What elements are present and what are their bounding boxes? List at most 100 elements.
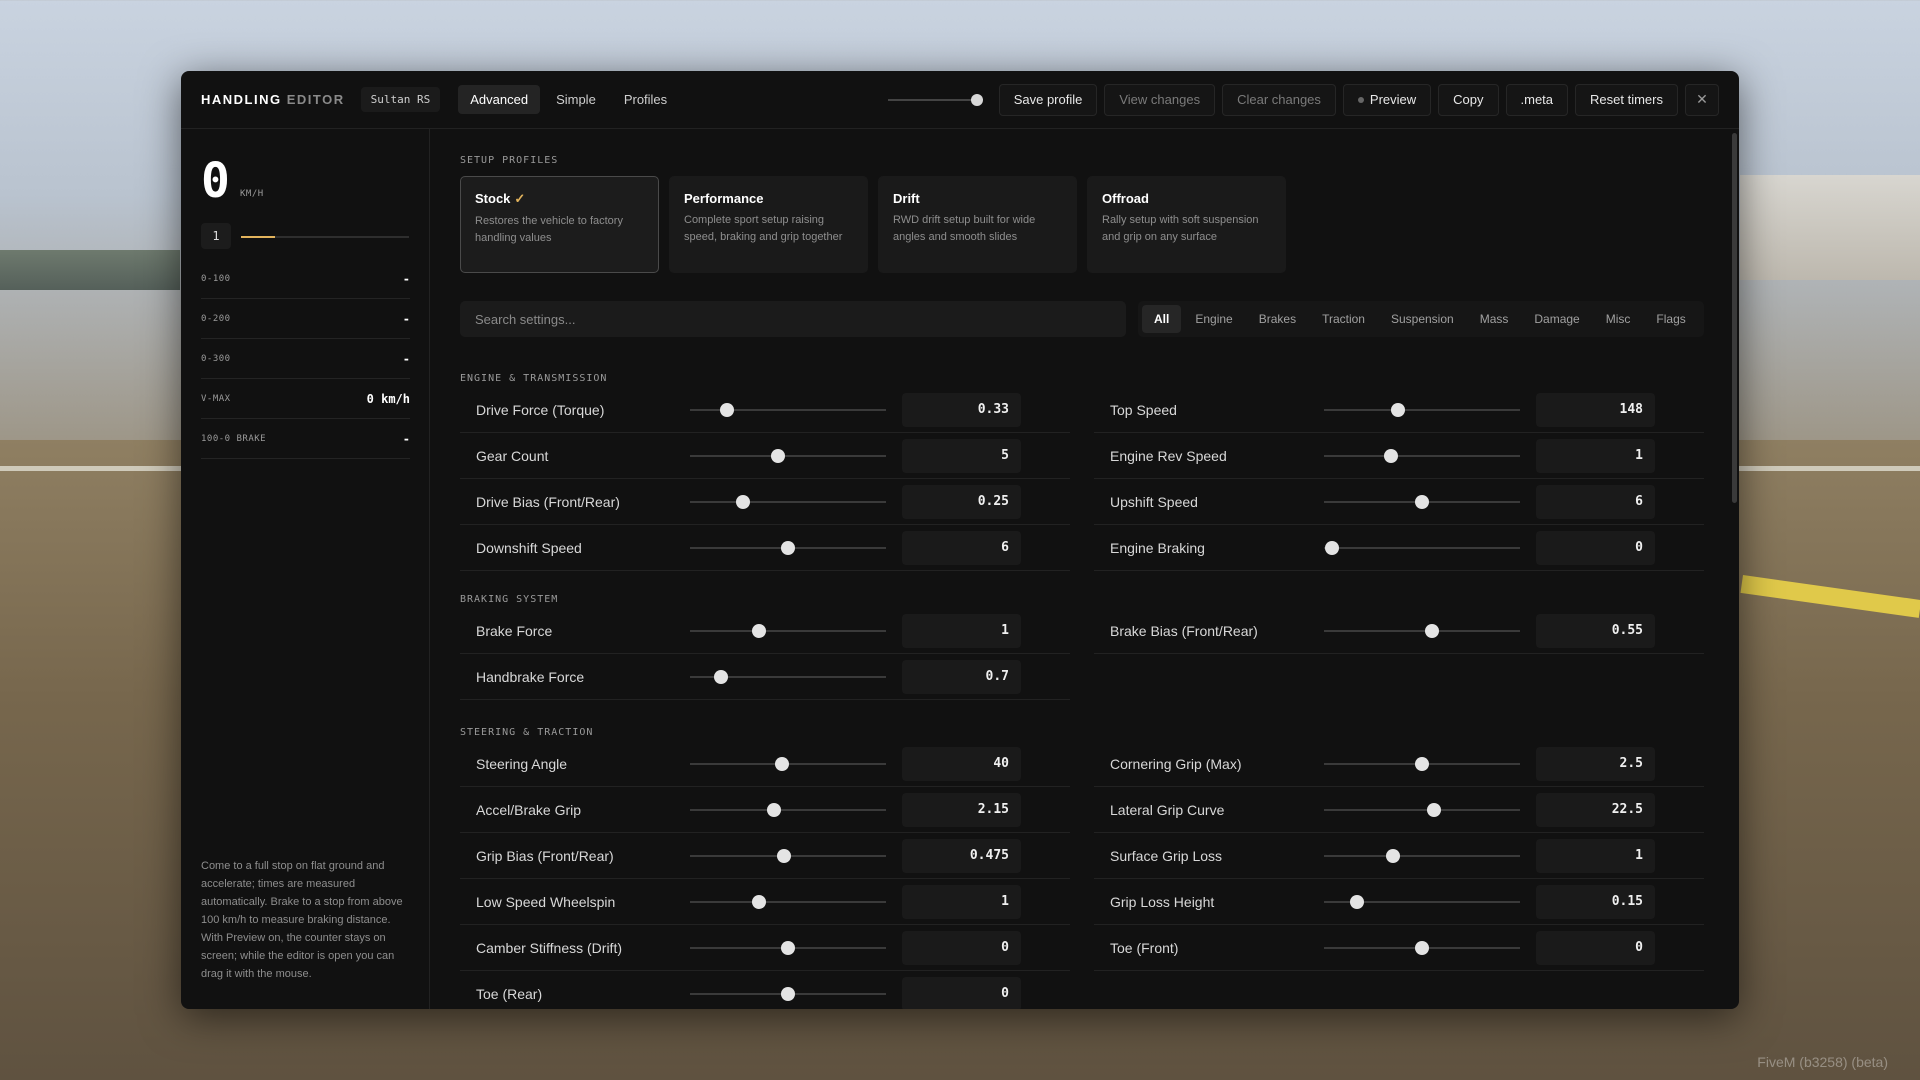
slider-thumb[interactable] bbox=[781, 541, 795, 555]
slider-thumb[interactable] bbox=[1415, 495, 1429, 509]
setting-value-input[interactable]: 6 bbox=[902, 531, 1021, 565]
setting-slider[interactable] bbox=[1324, 449, 1520, 463]
tab-profiles[interactable]: Profiles bbox=[612, 85, 679, 114]
tab-simple[interactable]: Simple bbox=[544, 85, 608, 114]
setting-value-input[interactable]: 6 bbox=[1536, 485, 1655, 519]
save-profile-button[interactable]: Save profile bbox=[998, 83, 1098, 116]
setting-slider[interactable] bbox=[1324, 803, 1520, 817]
setting-slider[interactable] bbox=[690, 895, 886, 909]
setting-slider[interactable] bbox=[1324, 624, 1520, 638]
setting-slider[interactable] bbox=[690, 941, 886, 955]
setting-slider[interactable] bbox=[690, 403, 886, 417]
setting-value-input[interactable]: 2.15 bbox=[902, 793, 1021, 827]
setting-slider[interactable] bbox=[690, 757, 886, 771]
setting-slider[interactable] bbox=[690, 495, 886, 509]
slider-thumb[interactable] bbox=[720, 403, 735, 417]
filter-misc[interactable]: Misc bbox=[1594, 305, 1643, 333]
setting-slider[interactable] bbox=[1324, 757, 1520, 771]
setting-slider[interactable] bbox=[1324, 403, 1520, 417]
scrollbar[interactable] bbox=[1732, 133, 1737, 503]
setting-value-input[interactable]: 0.7 bbox=[902, 660, 1021, 694]
slider-thumb[interactable] bbox=[1391, 403, 1406, 417]
slider-thumb[interactable] bbox=[735, 495, 750, 509]
slider-thumb[interactable] bbox=[1424, 624, 1439, 638]
reset-timers-button[interactable]: Reset timers bbox=[1575, 83, 1678, 116]
preview-button[interactable]: Preview bbox=[1342, 83, 1432, 116]
filter-all[interactable]: All bbox=[1142, 305, 1182, 333]
setting-value-input[interactable]: 22.5 bbox=[1536, 793, 1655, 827]
close-icon[interactable]: ✕ bbox=[1685, 83, 1719, 116]
filter-flags[interactable]: Flags bbox=[1644, 305, 1697, 333]
filter-traction[interactable]: Traction bbox=[1310, 305, 1377, 333]
slider-thumb[interactable] bbox=[1324, 541, 1339, 555]
setting-row-drive-bias-front-rear: Drive Bias (Front/Rear) 0.25 bbox=[460, 479, 1070, 525]
filter-engine[interactable]: Engine bbox=[1183, 305, 1244, 333]
setting-slider[interactable] bbox=[690, 624, 886, 638]
slider-thumb[interactable] bbox=[751, 895, 766, 909]
setting-slider[interactable] bbox=[690, 670, 886, 684]
slider-thumb[interactable] bbox=[767, 803, 782, 817]
setting-value-input[interactable]: 0 bbox=[1536, 931, 1655, 965]
profile-title: Offroad bbox=[1102, 191, 1149, 206]
slider-thumb[interactable] bbox=[775, 757, 790, 771]
filter-mass[interactable]: Mass bbox=[1468, 305, 1521, 333]
filter-suspension[interactable]: Suspension bbox=[1379, 305, 1466, 333]
setting-row-camber-stiffness-drift: Camber Stiffness (Drift) 0 bbox=[460, 925, 1070, 971]
setting-slider[interactable] bbox=[1324, 541, 1520, 555]
setting-value-input[interactable]: 1 bbox=[1536, 839, 1655, 873]
setting-value-input[interactable]: 1 bbox=[902, 614, 1021, 648]
setting-value-input[interactable]: 2.5 bbox=[1536, 747, 1655, 781]
setting-label: Gear Count bbox=[476, 448, 549, 464]
setting-slider[interactable] bbox=[690, 541, 886, 555]
setting-slider[interactable] bbox=[1324, 941, 1520, 955]
slider-thumb[interactable] bbox=[781, 987, 795, 1001]
slider-thumb[interactable] bbox=[1426, 803, 1441, 817]
profile-card-performance[interactable]: Performance Complete sport setup raising… bbox=[669, 176, 868, 273]
setting-slider[interactable] bbox=[1324, 895, 1520, 909]
setting-slider[interactable] bbox=[690, 449, 886, 463]
setting-value-input[interactable]: 0.475 bbox=[902, 839, 1021, 873]
setting-value-input[interactable]: 1 bbox=[1536, 439, 1655, 473]
profile-card-drift[interactable]: Drift RWD drift setup built for wide ang… bbox=[878, 176, 1077, 273]
slider-thumb[interactable] bbox=[1415, 757, 1429, 771]
setting-value-input[interactable]: 0.25 bbox=[902, 485, 1021, 519]
setting-slider[interactable] bbox=[690, 803, 886, 817]
setting-value-input[interactable]: 0 bbox=[902, 931, 1021, 965]
setting-value-input[interactable]: 0.55 bbox=[1536, 614, 1655, 648]
meta-button[interactable]: .meta bbox=[1505, 83, 1569, 116]
setting-slider[interactable] bbox=[690, 987, 886, 1001]
profile-card-stock[interactable]: Stock ✓ Restores the vehicle to factory h… bbox=[460, 176, 659, 273]
setting-value-input[interactable]: 40 bbox=[902, 747, 1021, 781]
setting-label: Top Speed bbox=[1110, 402, 1177, 418]
setting-value-input[interactable]: 0 bbox=[1536, 531, 1655, 565]
slider-thumb[interactable] bbox=[1350, 895, 1365, 909]
setting-value-input[interactable]: 1 bbox=[902, 885, 1021, 919]
profile-card-offroad[interactable]: Offroad Rally setup with soft suspension… bbox=[1087, 176, 1286, 273]
opacity-slider-thumb[interactable] bbox=[970, 93, 983, 106]
setting-value-input[interactable]: 5 bbox=[902, 439, 1021, 473]
setting-value-input[interactable]: 0.33 bbox=[902, 393, 1021, 427]
setting-slider[interactable] bbox=[690, 849, 886, 863]
setting-value-input[interactable]: 148 bbox=[1536, 393, 1655, 427]
clear-changes-button[interactable]: Clear changes bbox=[1222, 83, 1336, 116]
filter-damage[interactable]: Damage bbox=[1522, 305, 1591, 333]
slider-thumb[interactable] bbox=[777, 849, 792, 863]
slider-thumb[interactable] bbox=[1383, 449, 1398, 463]
slider-thumb[interactable] bbox=[771, 449, 786, 463]
opacity-slider[interactable] bbox=[887, 93, 983, 106]
slider-thumb[interactable] bbox=[751, 624, 766, 638]
setting-value-input[interactable]: 0 bbox=[902, 977, 1021, 1009]
slider-thumb[interactable] bbox=[1385, 849, 1400, 863]
slider-thumb[interactable] bbox=[781, 941, 795, 955]
slider-thumb[interactable] bbox=[1415, 941, 1429, 955]
setting-slider[interactable] bbox=[1324, 849, 1520, 863]
view-changes-button[interactable]: View changes bbox=[1104, 83, 1216, 116]
search-input[interactable] bbox=[460, 301, 1126, 337]
setting-value-input[interactable]: 0.15 bbox=[1536, 885, 1655, 919]
copy-button[interactable]: Copy bbox=[1438, 83, 1499, 116]
slider-thumb[interactable] bbox=[714, 670, 729, 684]
setting-slider[interactable] bbox=[1324, 495, 1520, 509]
filter-brakes[interactable]: Brakes bbox=[1247, 305, 1308, 333]
tab-advanced[interactable]: Advanced bbox=[458, 85, 541, 114]
setting-row-cornering-grip-max: Cornering Grip (Max) 2.5 bbox=[1094, 741, 1704, 787]
